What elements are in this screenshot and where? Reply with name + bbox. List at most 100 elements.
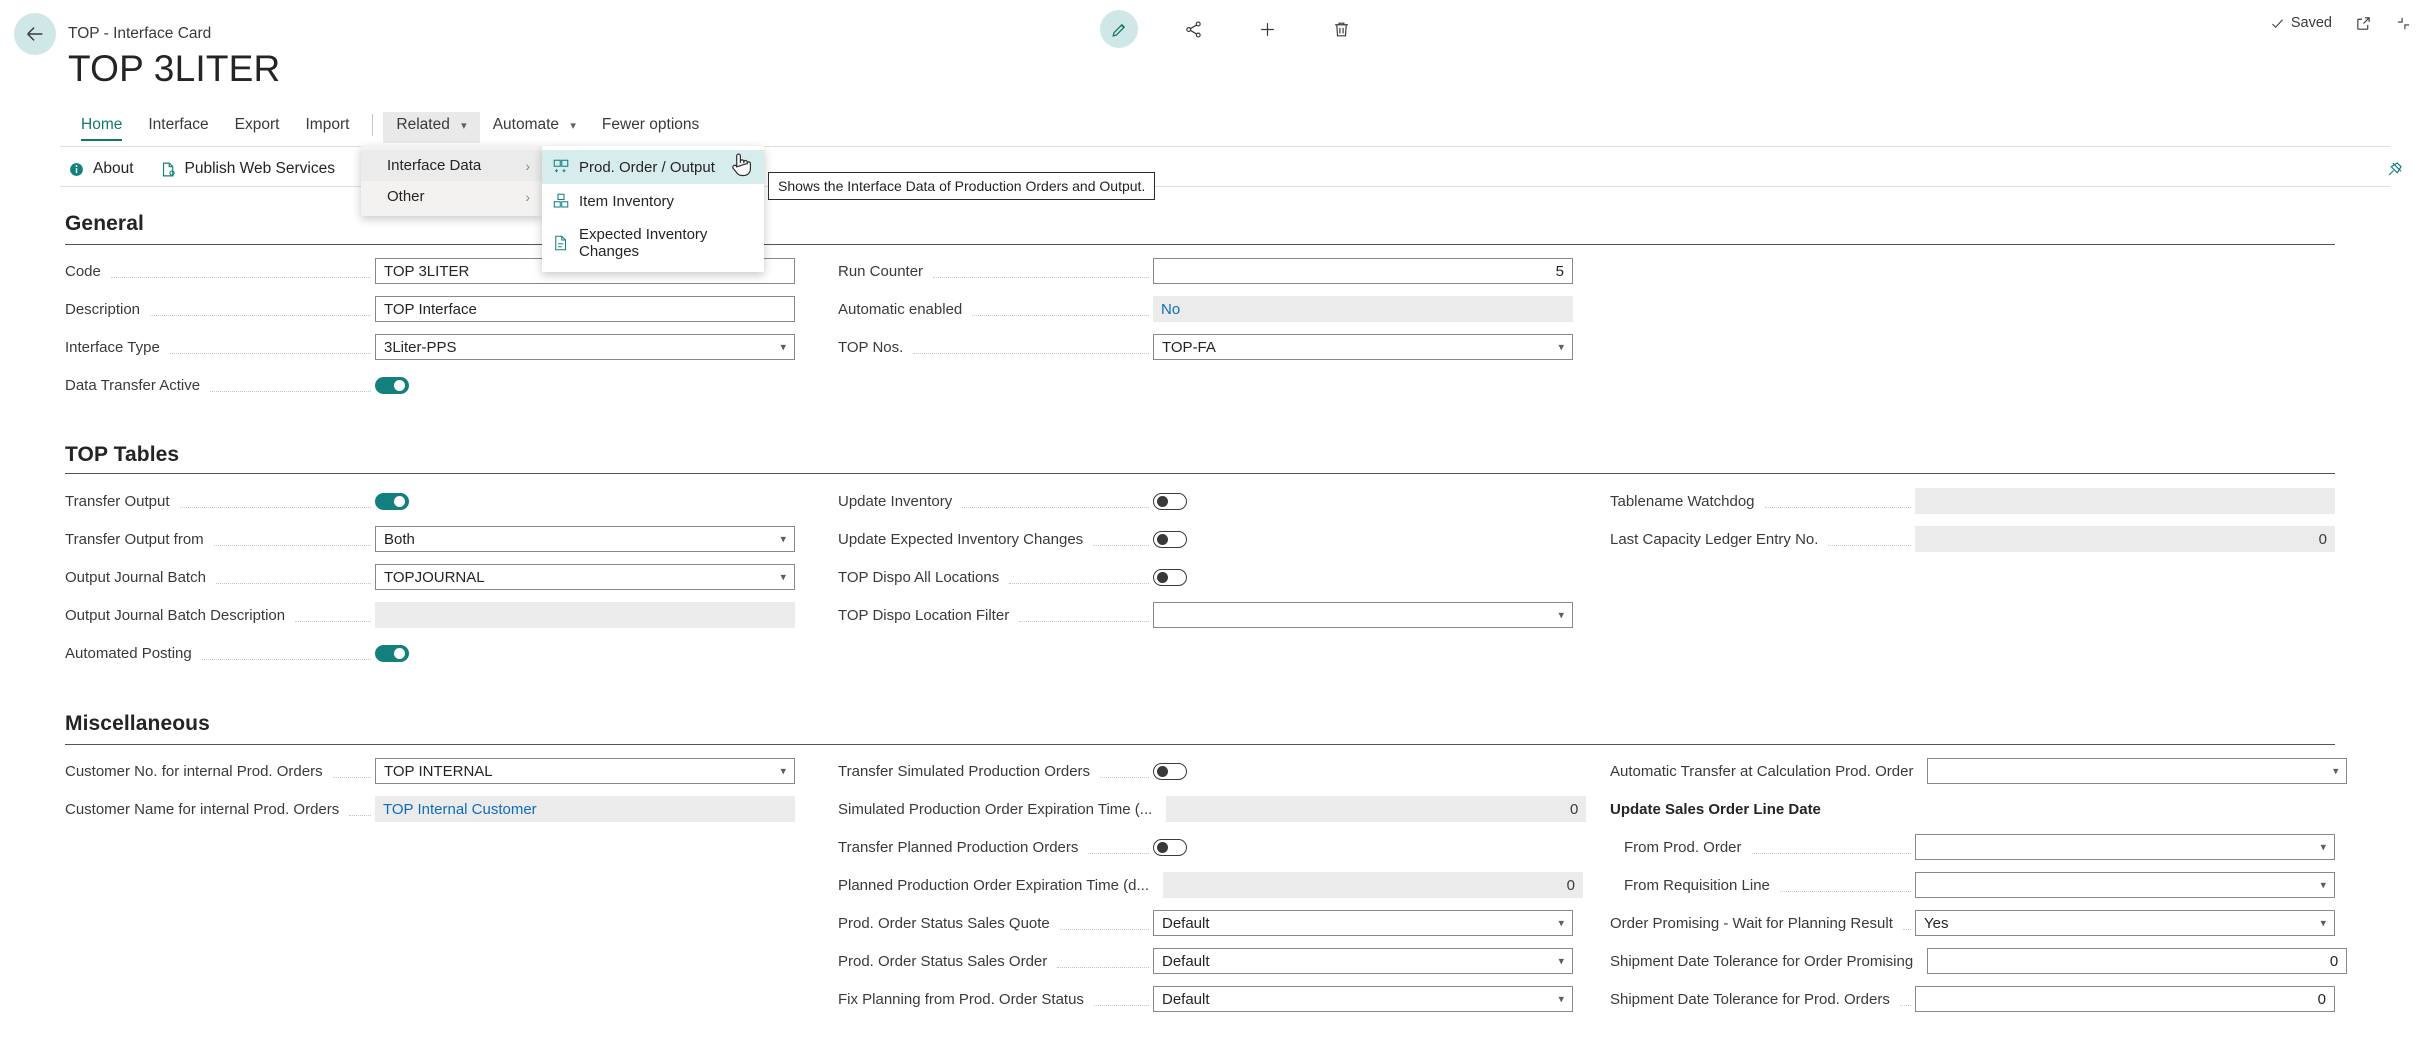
field-fix-planning-from-prod-order-status-select[interactable]: Default ▾ [1153,986,1573,1012]
field-planned-production-order-expiration-time-value: 0 [1163,872,1583,898]
field-update-expected-inventory-changes-toggle[interactable] [1153,531,1187,548]
misc-right-column: Automatic Transfer at Calculation Prod. … [1610,760,2335,1026]
dot-leader [1057,967,1149,968]
field-update-expected-inventory-changes: Update Expected Inventory Changes [838,528,1573,550]
field-shipment-date-tolerance-for-order-promising-input[interactable]: 0 [1927,948,2347,974]
back-button[interactable] [14,13,56,55]
dot-leader [933,277,1149,278]
window-action-group: Saved [2270,14,2412,32]
dot-leader [214,545,371,546]
field-planned-production-order-expiration-time-label: Planned Production Order Expiration Time… [838,877,1155,894]
chevron-down-icon: ▾ [1558,341,1564,354]
field-simulated-production-order-expiration-time: Simulated Production Order Expiration Ti… [838,798,1573,820]
tab-interface[interactable]: Interface [135,112,221,143]
field-interface-type: Interface Type 3Liter-PPS ▾ [65,336,795,358]
dot-leader [1903,929,1911,930]
field-automatic-transfer-at-calculation-prod-order: Automatic Transfer at Calculation Prod. … [1610,760,2335,782]
pencil-icon [1110,20,1129,39]
dot-leader [1093,545,1149,546]
publish-web-services-button[interactable]: Publish Web Services [160,160,335,178]
field-prod-order-status-sales-order-select[interactable]: Default ▾ [1153,948,1573,974]
field-top-nos-label: TOP Nos. [838,339,909,356]
field-top-dispo-all-locations-toggle[interactable] [1153,569,1187,586]
section-miscellaneous-title: Miscellaneous [65,712,210,736]
section-miscellaneous-rule [65,744,2335,745]
pin-settings-button[interactable] [2386,160,2404,178]
tab-fewer-options[interactable]: Fewer options [589,112,712,143]
field-from-prod-order-label: From Prod. Order [1624,839,1748,856]
field-update-inventory-toggle[interactable] [1153,493,1187,510]
field-update-inventory: Update Inventory [838,490,1573,512]
field-prod-order-status-sales-quote-select[interactable]: Default ▾ [1153,910,1573,936]
menu-item-interface-data[interactable]: Interface Data › [361,150,542,181]
dot-leader [913,353,1149,354]
title-bar: TOP - Interface Card TOP 3LITER [0,0,2434,68]
open-in-new-window-button[interactable] [2354,14,2372,32]
field-transfer-simulated-production-orders-toggle[interactable] [1153,763,1187,780]
field-last-capacity-ledger-entry-no-value: 0 [1915,526,2335,552]
tab-related[interactable]: Related ▾ [383,112,479,143]
field-shipment-date-tolerance-for-prod-orders: Shipment Date Tolerance for Prod. Orders… [1610,988,2335,1010]
field-interface-type-select[interactable]: 3Liter-PPS ▾ [375,334,795,360]
field-order-promising-wait-for-planning-result-select[interactable]: Yes ▾ [1915,910,2335,936]
tab-home[interactable]: Home [68,112,135,143]
menu-item-prod-order-output-label: Prod. Order / Output [579,159,715,176]
field-transfer-planned-production-orders: Transfer Planned Production Orders [838,836,1573,858]
tab-export[interactable]: Export [222,112,293,143]
field-top-nos-select[interactable]: TOP-FA ▾ [1153,334,1573,360]
field-last-capacity-ledger-entry-no: Last Capacity Ledger Entry No. 0 [1610,528,2335,550]
field-prod-order-status-sales-order-label: Prod. Order Status Sales Order [838,953,1053,970]
share-button[interactable] [1174,10,1212,48]
field-top-dispo-location-filter-select[interactable]: ▾ [1153,602,1573,628]
field-transfer-output-from-label: Transfer Output from [65,531,210,548]
field-top-dispo-location-filter-label: TOP Dispo Location Filter [838,607,1015,624]
menu-item-item-inventory[interactable]: Item Inventory [542,184,764,218]
field-from-requisition-line-label: From Requisition Line [1624,877,1776,894]
menu-item-expected-inventory-changes[interactable]: Expected Inventory Changes [542,218,764,268]
field-data-transfer-active-label: Data Transfer Active [65,377,206,394]
field-automatic-enabled-label: Automatic enabled [838,301,968,318]
field-interface-type-label: Interface Type [65,339,166,356]
new-button[interactable] [1248,10,1286,48]
field-automated-posting-toggle[interactable] [375,645,409,662]
field-description-input[interactable]: TOP Interface [375,296,795,322]
field-shipment-date-tolerance-for-prod-orders-input[interactable]: 0 [1915,986,2335,1012]
field-transfer-output-toggle[interactable] [375,493,409,510]
field-transfer-planned-production-orders-toggle[interactable] [1153,839,1187,856]
item-inventory-icon [552,192,570,210]
dot-leader [1780,891,1911,892]
collapse-button[interactable] [2394,14,2412,32]
field-transfer-output-from-select[interactable]: Both ▾ [375,526,795,552]
pin-settings-icon [2386,160,2404,178]
tab-interface-label: Interface [148,116,208,133]
field-prod-order-status-sales-quote-label: Prod. Order Status Sales Quote [838,915,1056,932]
field-transfer-output-label: Transfer Output [65,493,176,510]
menu-item-prod-order-output[interactable]: Prod. Order / Output [542,150,764,184]
field-tablename-watchdog-value [1915,488,2335,514]
field-run-counter-input[interactable]: 5 [1153,258,1573,284]
field-customer-no-internal-select[interactable]: TOP INTERNAL ▾ [375,758,795,784]
field-from-prod-order-select[interactable]: ▾ [1915,834,2335,860]
field-top-dispo-all-locations: TOP Dispo All Locations [838,566,1573,588]
top-tables-left-column: Transfer Output Transfer Output from Bot… [65,490,795,680]
chevron-right-icon: › [525,189,530,205]
field-planned-production-order-expiration-time: Planned Production Order Expiration Time… [838,874,1573,896]
dot-leader [295,621,371,622]
field-fix-planning-from-prod-order-status: Fix Planning from Prod. Order Status Def… [838,988,1573,1010]
delete-button[interactable] [1322,10,1360,48]
info-icon [68,161,85,178]
publish-web-services-label: Publish Web Services [185,160,335,178]
field-from-requisition-line-select[interactable]: ▾ [1915,872,2335,898]
menu-item-other[interactable]: Other › [361,181,542,212]
tab-import[interactable]: Import [292,112,362,143]
edit-button[interactable] [1100,10,1138,48]
field-output-journal-batch-select[interactable]: TOPJOURNAL ▾ [375,564,795,590]
saved-label: Saved [2291,15,2332,31]
field-automatic-transfer-at-calculation-prod-order-select[interactable]: ▾ [1927,758,2347,784]
field-order-promising-wait-for-planning-result-label: Order Promising - Wait for Planning Resu… [1610,915,1899,932]
field-prod-order-status-sales-quote: Prod. Order Status Sales Quote Default ▾ [838,912,1573,934]
tab-automate[interactable]: Automate ▾ [480,112,589,143]
field-data-transfer-active-toggle[interactable] [375,377,409,394]
about-button[interactable]: About [68,160,134,178]
field-description: Description TOP Interface [65,298,795,320]
